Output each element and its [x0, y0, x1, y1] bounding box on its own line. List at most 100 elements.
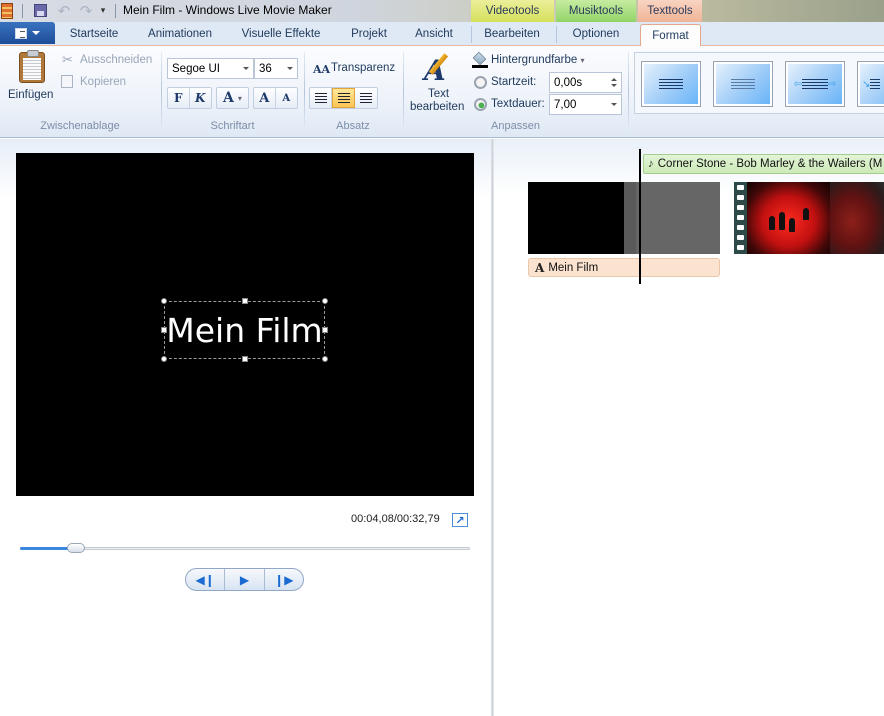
play-button[interactable]: ▶ — [225, 569, 265, 590]
tab-format[interactable]: Format — [640, 24, 701, 46]
tab-animationen[interactable]: Animationen — [140, 24, 220, 44]
app-icon[interactable] — [1, 3, 13, 19]
text-lines-icon — [802, 79, 828, 89]
tab-optionen[interactable]: Optionen — [563, 24, 629, 44]
paste-icon[interactable] — [19, 50, 45, 83]
chevron-down-icon: ▾ — [580, 56, 585, 65]
start-time-input[interactable]: 0,00s — [549, 72, 622, 93]
playhead[interactable] — [639, 149, 641, 284]
bold-italic-group: F K — [167, 87, 212, 109]
effect-fade-thumbnail[interactable] — [713, 61, 773, 107]
tab-separator — [471, 26, 472, 43]
font-size-select[interactable]: 36 — [254, 58, 298, 79]
chevron-down-icon — [243, 67, 249, 70]
group-label-paragraph: Absatz — [336, 120, 370, 132]
text-effects-gallery: ⇦ ⇨ ↘ — [634, 52, 884, 114]
music-track-title: Corner Stone - Bob Marley & the Wailers … — [657, 158, 883, 170]
group-label-font: Schriftart — [210, 120, 255, 132]
video-clip-thumbnail[interactable] — [734, 182, 884, 254]
spin-up-icon[interactable] — [611, 78, 617, 81]
resize-handle[interactable] — [322, 298, 328, 304]
preview-pane — [0, 139, 491, 716]
align-left-icon — [314, 93, 327, 103]
background-color-button[interactable]: Hintergrundfarbe ▾ — [491, 54, 585, 66]
transparency-button[interactable]: Transparenz — [331, 62, 395, 74]
paint-bucket-icon — [472, 51, 487, 66]
caption-text[interactable]: Mein Film — [164, 311, 325, 351]
resize-handle[interactable] — [161, 356, 167, 362]
undo-icon[interactable]: ↶ — [56, 2, 72, 20]
customize-quick-access-icon[interactable]: ▾ — [98, 3, 108, 19]
film-strip-icon — [734, 182, 747, 254]
edit-text-button-line2[interactable]: bearbeiten — [410, 101, 464, 113]
save-icon[interactable] — [34, 4, 47, 17]
resize-handle[interactable] — [161, 327, 167, 333]
italic-button[interactable]: K — [190, 88, 211, 108]
movie-maker-window: ↶ ↷ ▾ Mein Film - Windows Live Movie Mak… — [0, 0, 884, 716]
context-tab-texttools: Texttools — [638, 0, 702, 22]
next-frame-button[interactable]: ❙▶ — [265, 569, 303, 590]
grow-font-button[interactable]: A — [254, 88, 276, 108]
music-note-icon: ♪ — [648, 158, 654, 170]
group-label-adjust: Anpassen — [491, 120, 540, 132]
text-clip-label: Mein Film — [548, 261, 599, 274]
music-track-bar[interactable]: ♪ Corner Stone - Bob Marley & the Wailers… — [643, 154, 884, 174]
copy-button[interactable]: Kopieren — [80, 76, 126, 88]
text-overlay-clip[interactable]: A Mein Film — [528, 258, 720, 277]
seek-bar-thumb[interactable] — [66, 543, 85, 553]
alignment-group — [309, 87, 378, 109]
tab-visuelle-effekte[interactable]: Visuelle Effekte — [235, 24, 327, 44]
previous-frame-button[interactable]: ◀❙ — [186, 569, 226, 590]
context-tab-musiktools: Musiktools — [556, 0, 636, 22]
font-family-value: Segoe UI — [172, 62, 220, 75]
scissors-icon: ✂ — [62, 53, 73, 68]
title-bar: ↶ ↷ ▾ Mein Film - Windows Live Movie Mak… — [0, 0, 884, 22]
resize-handle[interactable] — [242, 298, 248, 304]
title-clip-thumbnail[interactable] — [528, 182, 624, 254]
start-time-value: 0,00s — [554, 76, 583, 89]
align-right-button[interactable] — [355, 88, 377, 108]
resize-handle[interactable] — [161, 298, 167, 304]
align-center-button[interactable] — [332, 88, 355, 108]
seek-bar-track[interactable] — [20, 547, 470, 550]
tab-startseite[interactable]: Startseite — [62, 24, 126, 44]
chess-piece — [769, 216, 775, 230]
fullscreen-button[interactable]: ↗ — [452, 513, 468, 527]
duration-select[interactable]: 7,00 — [549, 94, 622, 115]
shrink-font-button[interactable]: A — [276, 88, 297, 108]
align-left-button[interactable] — [310, 88, 333, 108]
app-menu-button[interactable] — [0, 22, 55, 44]
document-icon — [15, 27, 27, 39]
expand-arrow-icon: ↗ — [455, 513, 465, 527]
edit-text-button-line1[interactable]: Text — [428, 88, 449, 100]
redo-icon[interactable]: ↷ — [78, 2, 94, 20]
text-lines-icon — [870, 79, 881, 89]
font-size-group: A A — [253, 87, 298, 109]
previous-frame-icon: ◀❙ — [195, 572, 215, 587]
tab-bearbeiten[interactable]: Bearbeiten — [476, 24, 548, 44]
duration-value: 7,00 — [554, 98, 577, 111]
chevron-down-icon — [32, 31, 40, 35]
paste-button[interactable]: Einfügen — [8, 89, 53, 101]
stopwatch-icon — [474, 76, 487, 89]
arrow-left-icon: ⇦ — [793, 78, 802, 90]
resize-handle[interactable] — [322, 327, 328, 333]
start-time-label: Startzeit: — [491, 76, 537, 88]
resize-handle[interactable] — [242, 356, 248, 362]
chevron-down-icon — [287, 67, 293, 70]
tab-projekt[interactable]: Projekt — [343, 24, 395, 44]
effect-fly-thumbnail[interactable]: ⇦ ⇨ — [785, 61, 845, 107]
bold-button[interactable]: F — [168, 88, 190, 108]
cut-button[interactable]: Ausschneiden — [80, 54, 152, 66]
font-color-button[interactable]: A ▾ — [216, 87, 249, 109]
video-frame — [830, 182, 884, 254]
effect-swirl-thumbnail[interactable]: ↘ — [857, 61, 884, 107]
font-color-glyph: A — [223, 90, 234, 106]
chess-piece — [789, 218, 795, 232]
resize-handle[interactable] — [322, 356, 328, 362]
effect-none-thumbnail[interactable] — [641, 61, 701, 107]
spin-down-icon[interactable] — [611, 84, 617, 87]
background-color-swatch — [472, 65, 488, 68]
font-family-select[interactable]: Segoe UI — [167, 58, 254, 79]
tab-ansicht[interactable]: Ansicht — [408, 24, 460, 44]
